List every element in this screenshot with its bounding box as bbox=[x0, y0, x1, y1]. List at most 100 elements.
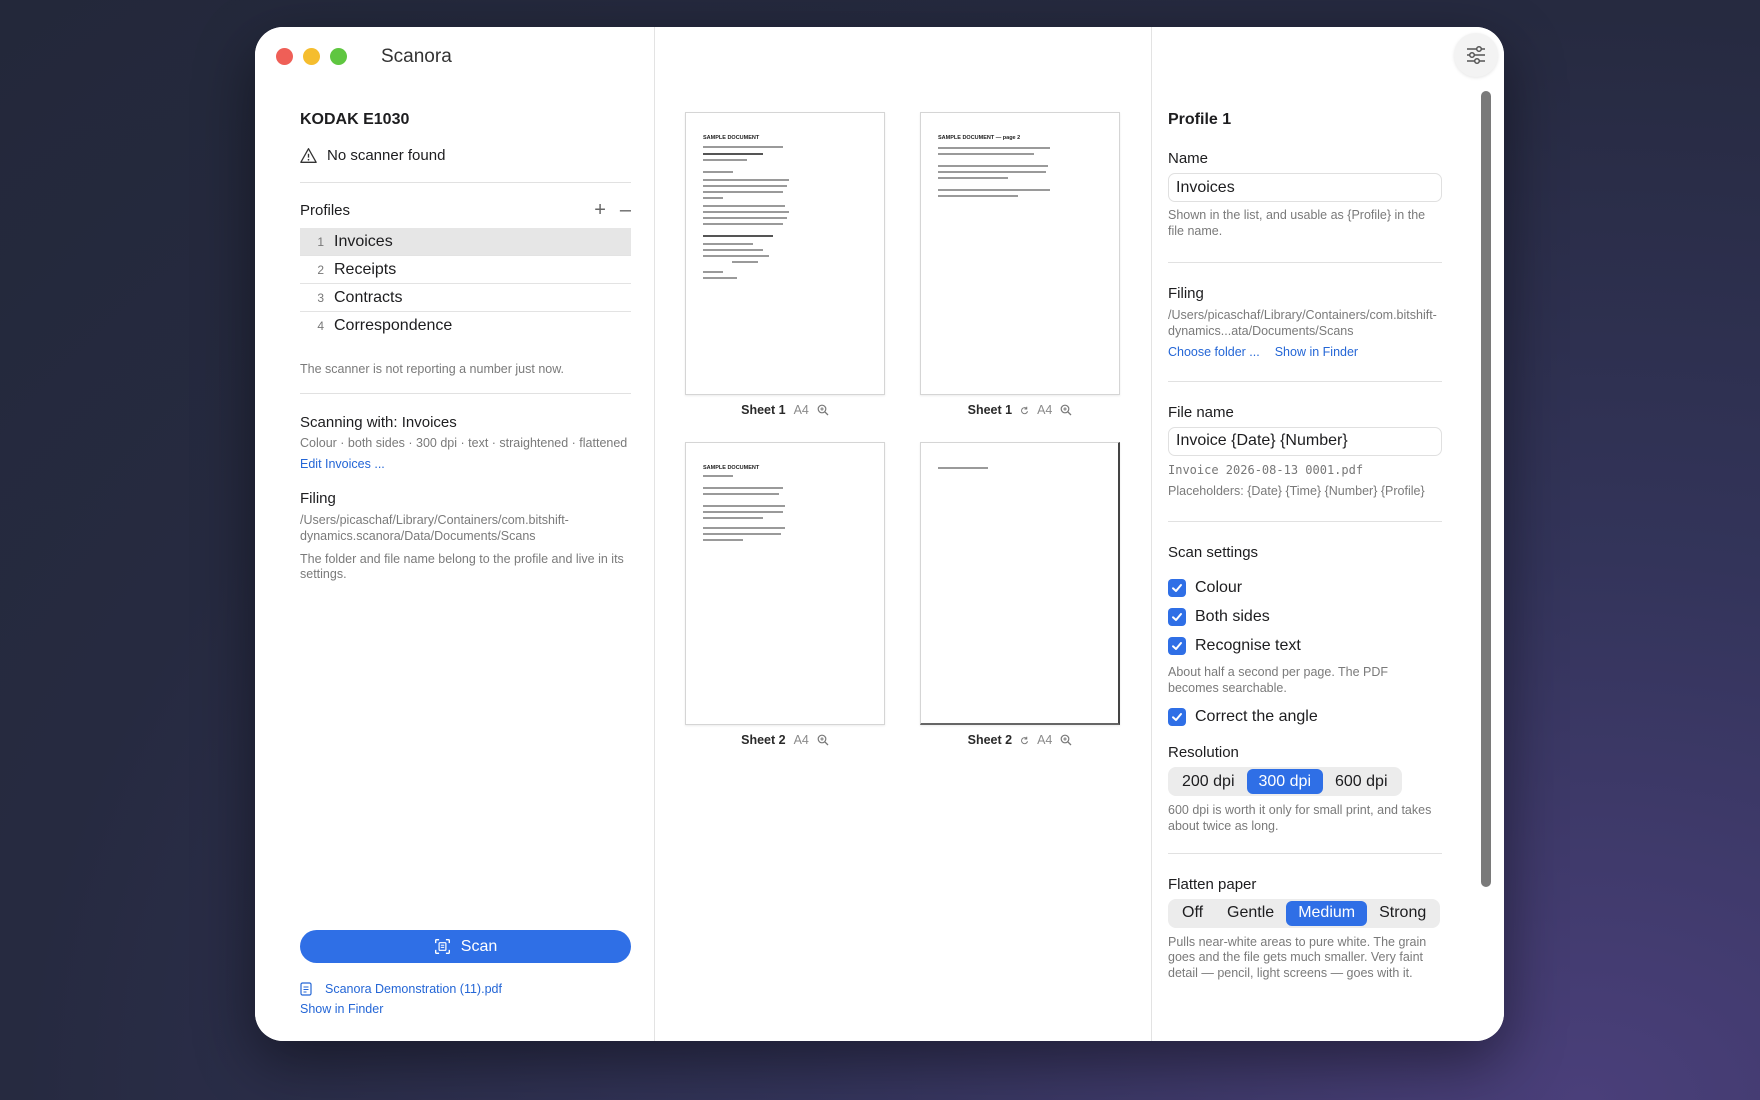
scan-icon bbox=[434, 939, 450, 954]
scanner-status-text: No scanner found bbox=[327, 147, 446, 164]
file-name-label: File name bbox=[1168, 403, 1234, 421]
sheet-size: A4 bbox=[1037, 733, 1053, 747]
checkmark-icon bbox=[1172, 713, 1182, 722]
flatten-hint: Pulls near-white areas to pure white. Th… bbox=[1168, 934, 1427, 980]
checkmark-icon bbox=[1172, 613, 1182, 622]
scan-settings-label: Scan settings bbox=[1168, 544, 1259, 562]
flatten-option-gentle[interactable]: Gentle bbox=[1215, 901, 1286, 926]
colour-checkbox[interactable]: Colour bbox=[1168, 579, 1442, 598]
profile-actions: + – bbox=[594, 200, 631, 220]
page-title: SAMPLE DOCUMENT bbox=[703, 135, 760, 141]
sheet-size: A4 bbox=[1037, 403, 1053, 417]
app-title: Scanora bbox=[381, 46, 452, 67]
profile-title: Profile 1 bbox=[1168, 111, 1232, 128]
profile-item-invoices[interactable]: 1 Invoices bbox=[300, 228, 631, 256]
file-name-preview: Invoice 2026-08-13 0001.pdf bbox=[1168, 462, 1364, 477]
profile-list: 1 Invoices 2 Receipts 3 Contracts 4 Corr… bbox=[300, 228, 631, 340]
profiles-header: Profiles + – bbox=[300, 200, 631, 220]
sheet-thumbnail[interactable]: Sheet 2 A4 bbox=[920, 442, 1120, 747]
filing-path: /Users/picaschaf/Library/Containers/com.… bbox=[1168, 308, 1437, 338]
zoom-icon[interactable] bbox=[1060, 734, 1072, 746]
page-preview: SAMPLE DOCUMENT bbox=[685, 112, 885, 395]
recognise-text-hint: About half a second per page. The PDF be… bbox=[1168, 665, 1389, 695]
show-in-finder-link[interactable]: Show in Finder bbox=[1275, 345, 1358, 359]
profile-name: Contracts bbox=[334, 288, 403, 306]
colour-label: Colour bbox=[1195, 579, 1243, 597]
minimize-window-button[interactable] bbox=[303, 48, 320, 65]
scan-button[interactable]: Scan bbox=[300, 930, 631, 963]
window-controls bbox=[276, 48, 347, 65]
checkbox-checked bbox=[1168, 637, 1186, 656]
page-preview bbox=[920, 442, 1120, 725]
sheet-caption: Sheet 1 A4 bbox=[685, 403, 885, 417]
sidebar-content: KODAK E1030 No scanner found Profiles + … bbox=[300, 111, 631, 583]
rotate-icon bbox=[1021, 736, 1029, 744]
filing-label: Filing bbox=[1168, 285, 1204, 303]
flatten-option-strong[interactable]: Strong bbox=[1367, 901, 1438, 926]
page-title: SAMPLE DOCUMENT bbox=[703, 465, 760, 471]
resolution-option-600[interactable]: 600 dpi bbox=[1323, 769, 1400, 794]
scan-button-label: Scan bbox=[460, 937, 498, 955]
sheet-label: Sheet 2 bbox=[741, 733, 786, 747]
sheet-thumbnail[interactable]: SAMPLE DOCUMENT — page 2 Sheet 1 A4 bbox=[920, 112, 1120, 417]
last-file-link[interactable]: Scanora Demonstration (11).pdf bbox=[325, 982, 502, 996]
name-field[interactable]: Invoices bbox=[1168, 173, 1442, 202]
sidebar: Scanora KODAK E1030 No scanner found Pro… bbox=[255, 27, 655, 1041]
sheet-label: Sheet 1 bbox=[741, 403, 786, 417]
sheet-caption: Sheet 1 A4 bbox=[920, 403, 1120, 417]
divider bbox=[1168, 380, 1442, 382]
profile-number: 1 bbox=[317, 234, 324, 249]
close-window-button[interactable] bbox=[276, 48, 293, 65]
flatten-option-medium[interactable]: Medium bbox=[1286, 900, 1368, 926]
name-hint: Shown in the list, and usable as {Profil… bbox=[1168, 208, 1426, 238]
warning-icon bbox=[300, 148, 317, 163]
flatten-option-off[interactable]: Off bbox=[1170, 901, 1215, 926]
edit-profile-link[interactable]: Edit Invoices ... bbox=[300, 457, 631, 471]
profile-number: 3 bbox=[317, 290, 324, 305]
filing-note: The folder and file name belong to the p… bbox=[300, 551, 624, 582]
both-sides-label: Both sides bbox=[1195, 608, 1270, 626]
zoom-icon[interactable] bbox=[817, 404, 829, 416]
recognise-text-label: Recognise text bbox=[1195, 637, 1301, 655]
resolution-option-300[interactable]: 300 dpi bbox=[1246, 769, 1323, 795]
sheet-label: Sheet 1 bbox=[967, 403, 1013, 417]
scrollbar-thumb[interactable] bbox=[1481, 91, 1491, 887]
zoom-icon[interactable] bbox=[817, 734, 829, 746]
scrollbar[interactable] bbox=[1481, 91, 1491, 1013]
profile-item-correspondence[interactable]: 4 Correspondence bbox=[300, 312, 631, 340]
sheet-thumbnail[interactable]: SAMPLE DOCUMENT Sheet 2 A4 bbox=[685, 442, 885, 747]
filing-actions: Choose folder ... Show in Finder bbox=[1168, 345, 1442, 359]
sheet-caption: Sheet 2 A4 bbox=[685, 733, 885, 747]
profile-name: Receipts bbox=[334, 260, 397, 278]
filing-path: /Users/picaschaf/Library/Containers/com.… bbox=[300, 513, 569, 543]
zoom-icon[interactable] bbox=[1060, 404, 1072, 416]
scanner-status: No scanner found bbox=[300, 147, 631, 164]
show-in-finder-link[interactable]: Show in Finder bbox=[300, 1002, 502, 1016]
sheet-thumbnail[interactable]: SAMPLE DOCUMENT Sheet 1 A4 bbox=[685, 112, 885, 417]
file-name-field[interactable]: Invoice {Date} {Number} bbox=[1168, 426, 1442, 456]
divider bbox=[1168, 852, 1442, 854]
profile-item-receipts[interactable]: 2 Receipts bbox=[300, 256, 631, 284]
scanner-name: KODAK E1030 bbox=[300, 111, 410, 128]
choose-folder-link[interactable]: Choose folder ... bbox=[1168, 345, 1260, 359]
remove-profile-button[interactable]: – bbox=[620, 200, 631, 220]
rotate-icon bbox=[1021, 406, 1029, 414]
both-sides-checkbox[interactable]: Both sides bbox=[1168, 608, 1442, 627]
correct-angle-checkbox[interactable]: Correct the angle bbox=[1168, 708, 1442, 727]
resolution-option-200[interactable]: 200 dpi bbox=[1170, 769, 1247, 794]
zoom-window-button[interactable] bbox=[330, 48, 347, 65]
profile-form: Profile 1 Name Invoices Shown in the lis… bbox=[1168, 111, 1442, 982]
sheet-grid: SAMPLE DOCUMENT Sheet 1 A4 SAMPLE DOCUME… bbox=[655, 27, 1152, 1041]
sheet-label: Sheet 2 bbox=[967, 733, 1013, 747]
flatten-segmented-control: Off Gentle Medium Strong bbox=[1168, 898, 1441, 928]
scanner-number-note: The scanner is not reporting a number ju… bbox=[300, 362, 565, 376]
sheet-caption: Sheet 2 A4 bbox=[920, 733, 1120, 747]
recognise-text-checkbox[interactable]: Recognise text bbox=[1168, 637, 1442, 656]
add-profile-button[interactable]: + bbox=[594, 200, 606, 220]
resolution-segmented-control: 200 dpi 300 dpi 600 dpi bbox=[1168, 767, 1402, 797]
scanning-summary: Colour · both sides · 300 dpi · text · s… bbox=[300, 435, 628, 450]
divider bbox=[1168, 262, 1442, 264]
settings-button[interactable] bbox=[1454, 33, 1498, 77]
last-scan: Scanora Demonstration (11).pdf Show in F… bbox=[300, 982, 502, 1016]
profile-item-contracts[interactable]: 3 Contracts bbox=[300, 284, 631, 312]
